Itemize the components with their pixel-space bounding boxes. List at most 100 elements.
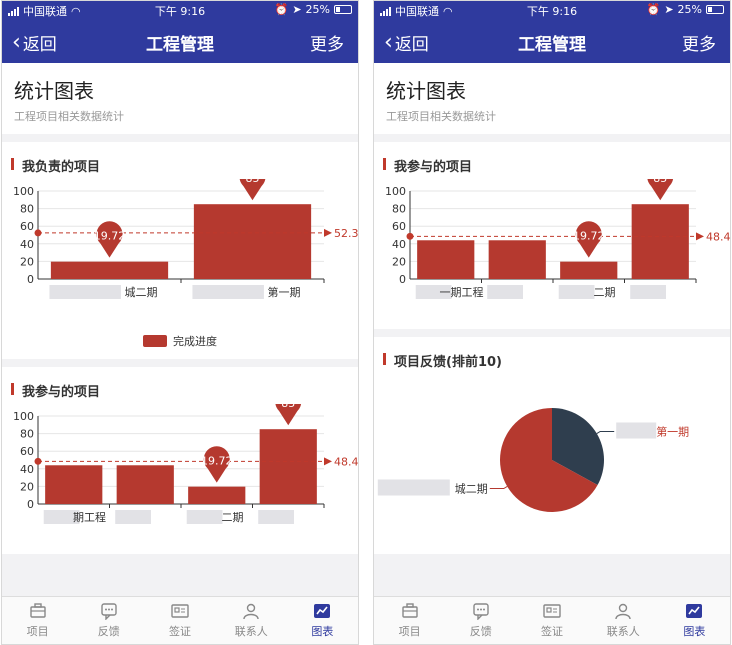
page-title: 统计图表 <box>386 79 466 103</box>
alarm-icon: ⏰ <box>274 3 289 16</box>
tab-label: 联系人 <box>606 625 640 638</box>
average-line-label: 52.36 <box>334 227 358 240</box>
pie-label: 城二期 <box>455 483 488 496</box>
tab-chart[interactable]: 图表 <box>287 597 358 644</box>
tab-bar: 项目 反馈 签证 联系人 图表 <box>374 596 730 644</box>
tab-contacts[interactable]: 联系人 <box>216 597 287 644</box>
bar <box>116 465 174 504</box>
mark-point-label: 19.72 <box>94 230 126 243</box>
average-line-start <box>406 232 414 240</box>
redacted-label <box>49 285 121 299</box>
mark-point-label: 85 <box>281 404 295 410</box>
redacted-label <box>115 510 151 524</box>
chart-icon <box>314 604 331 618</box>
more-button[interactable]: 更多 <box>682 30 716 55</box>
card-title: 我负责的项目 <box>2 142 358 179</box>
bar <box>188 486 246 504</box>
average-line-arrow <box>324 457 332 466</box>
y-tick-label: 80 <box>20 203 34 216</box>
y-tick-label: 0 <box>399 273 406 286</box>
average-line-arrow <box>696 232 704 241</box>
redacted-label <box>186 510 223 524</box>
y-tick-label: 100 <box>13 185 34 198</box>
nav-bar: ‹ 返回 工程管理 更多 <box>2 19 358 63</box>
tab-id-card[interactable]: 签证 <box>516 597 587 644</box>
y-tick-label: 100 <box>13 410 34 423</box>
more-button[interactable]: 更多 <box>310 30 344 55</box>
tab-label: 项目 <box>398 625 421 638</box>
x-tick-label: 二期 <box>221 511 243 524</box>
mark-point-label: 85 <box>653 179 667 185</box>
average-line-label: 48.48 <box>334 455 358 468</box>
bar-chart-svg: 0 20 40 60 80 100 期工程 二期 48.48 19.72 85 <box>13 404 358 524</box>
redacted-label <box>487 285 523 299</box>
tab-id-card[interactable]: 签证 <box>144 597 215 644</box>
tab-feedback[interactable]: 反馈 <box>445 597 516 644</box>
feedback-icon <box>473 603 489 620</box>
tab-label: 签证 <box>169 625 191 638</box>
chart-legend[interactable]: 完成进度 <box>2 329 358 359</box>
x-tick-label: 城二期 <box>124 286 157 299</box>
nav-title: 工程管理 <box>518 35 586 55</box>
briefcase-icon <box>29 603 46 618</box>
redacted-label <box>558 285 595 299</box>
scroll-content[interactable]: 统计图表 工程项目相关数据统计 我参与的项目 0 20 40 60 80 100 一期工程 二… <box>374 63 730 596</box>
battery-icon <box>334 5 352 14</box>
bar <box>193 204 312 279</box>
page-title: 统计图表 <box>14 79 94 103</box>
battery-label: 25% <box>305 3 330 16</box>
bar-chart-svg: 0 20 40 60 80 100 城二期 第一期 52.36 19.72 85 <box>13 179 358 299</box>
y-tick-label: 60 <box>392 220 406 233</box>
redacted-label <box>616 422 657 439</box>
id-card-icon <box>171 604 189 618</box>
nav-title: 工程管理 <box>146 35 214 55</box>
tab-contacts[interactable]: 联系人 <box>588 597 659 644</box>
tab-chart[interactable]: 图表 <box>659 597 730 644</box>
y-tick-label: 20 <box>392 255 406 268</box>
scroll-content[interactable]: 统计图表 工程项目相关数据统计 我负责的项目 0 20 40 60 80 100 城二期 第一… <box>2 63 358 596</box>
tab-label: 项目 <box>26 625 49 638</box>
mark-point-label: 85 <box>246 179 260 185</box>
y-tick-label: 20 <box>20 480 34 493</box>
mark-point-label: 19.72 <box>201 455 233 468</box>
phone-screen-left: 中国联通 ◠ 下午 9:16 ⏰ ➤ 25% ‹ 返回 工程管理 更多 统计图表… <box>1 0 359 645</box>
y-tick-label: 60 <box>20 220 34 233</box>
bar-chart-responsible: 0 20 40 60 80 100 城二期 第一期 52.36 19.72 85 <box>2 179 358 329</box>
nav-bar: ‹ 返回 工程管理 更多 <box>374 19 730 63</box>
y-tick-label: 80 <box>20 428 34 441</box>
tab-label: 图表 <box>683 625 706 638</box>
tab-label: 联系人 <box>234 625 268 638</box>
tab-feedback[interactable]: 反馈 <box>73 597 144 644</box>
redacted-label <box>192 285 264 299</box>
responsible-projects-card: 我负责的项目 0 20 40 60 80 100 城二期 第一期 52.36 19.72 85 完成… <box>2 142 358 359</box>
participated-projects-card: 我参与的项目 0 20 40 60 80 100 期工程 二期 48.48 19.72 85 <box>2 367 358 554</box>
chart-icon <box>686 604 703 618</box>
page-header: 统计图表 工程项目相关数据统计 <box>2 63 358 134</box>
bar <box>488 240 546 279</box>
participated-projects-card: 我参与的项目 0 20 40 60 80 100 一期工程 二期 48.48 19.72 85 <box>374 142 730 329</box>
bar <box>50 261 169 279</box>
location-icon: ➤ <box>292 3 302 16</box>
pie-chart-svg: 第一期城二期 <box>377 408 689 512</box>
bar <box>417 240 475 279</box>
page-subtitle: 工程项目相关数据统计 <box>386 110 496 123</box>
x-tick-label: 期工程 <box>73 511 106 524</box>
tab-label: 签证 <box>541 625 563 638</box>
id-card-icon <box>543 604 561 618</box>
briefcase-icon <box>401 603 418 618</box>
bar-chart-participated: 0 20 40 60 80 100 一期工程 二期 48.48 19.72 85 <box>374 179 730 329</box>
y-tick-label: 80 <box>392 203 406 216</box>
y-tick-label: 40 <box>20 463 34 476</box>
y-tick-label: 40 <box>20 238 34 251</box>
tab-bar: 项目 反馈 签证 联系人 图表 <box>2 596 358 644</box>
tab-briefcase[interactable]: 项目 <box>2 597 73 644</box>
pie-label: 第一期 <box>656 424 689 438</box>
tab-briefcase[interactable]: 项目 <box>374 597 445 644</box>
page-header: 统计图表 工程项目相关数据统计 <box>374 63 730 134</box>
status-bar: 中国联通 ◠ 下午 9:16 ⏰ ➤ 25% <box>2 1 358 19</box>
pie-label-line <box>596 430 615 434</box>
average-line-arrow <box>324 228 332 237</box>
y-tick-label: 20 <box>20 255 34 268</box>
bar <box>631 204 689 279</box>
pie-chart-feedback: 第一期城二期 <box>374 374 730 554</box>
